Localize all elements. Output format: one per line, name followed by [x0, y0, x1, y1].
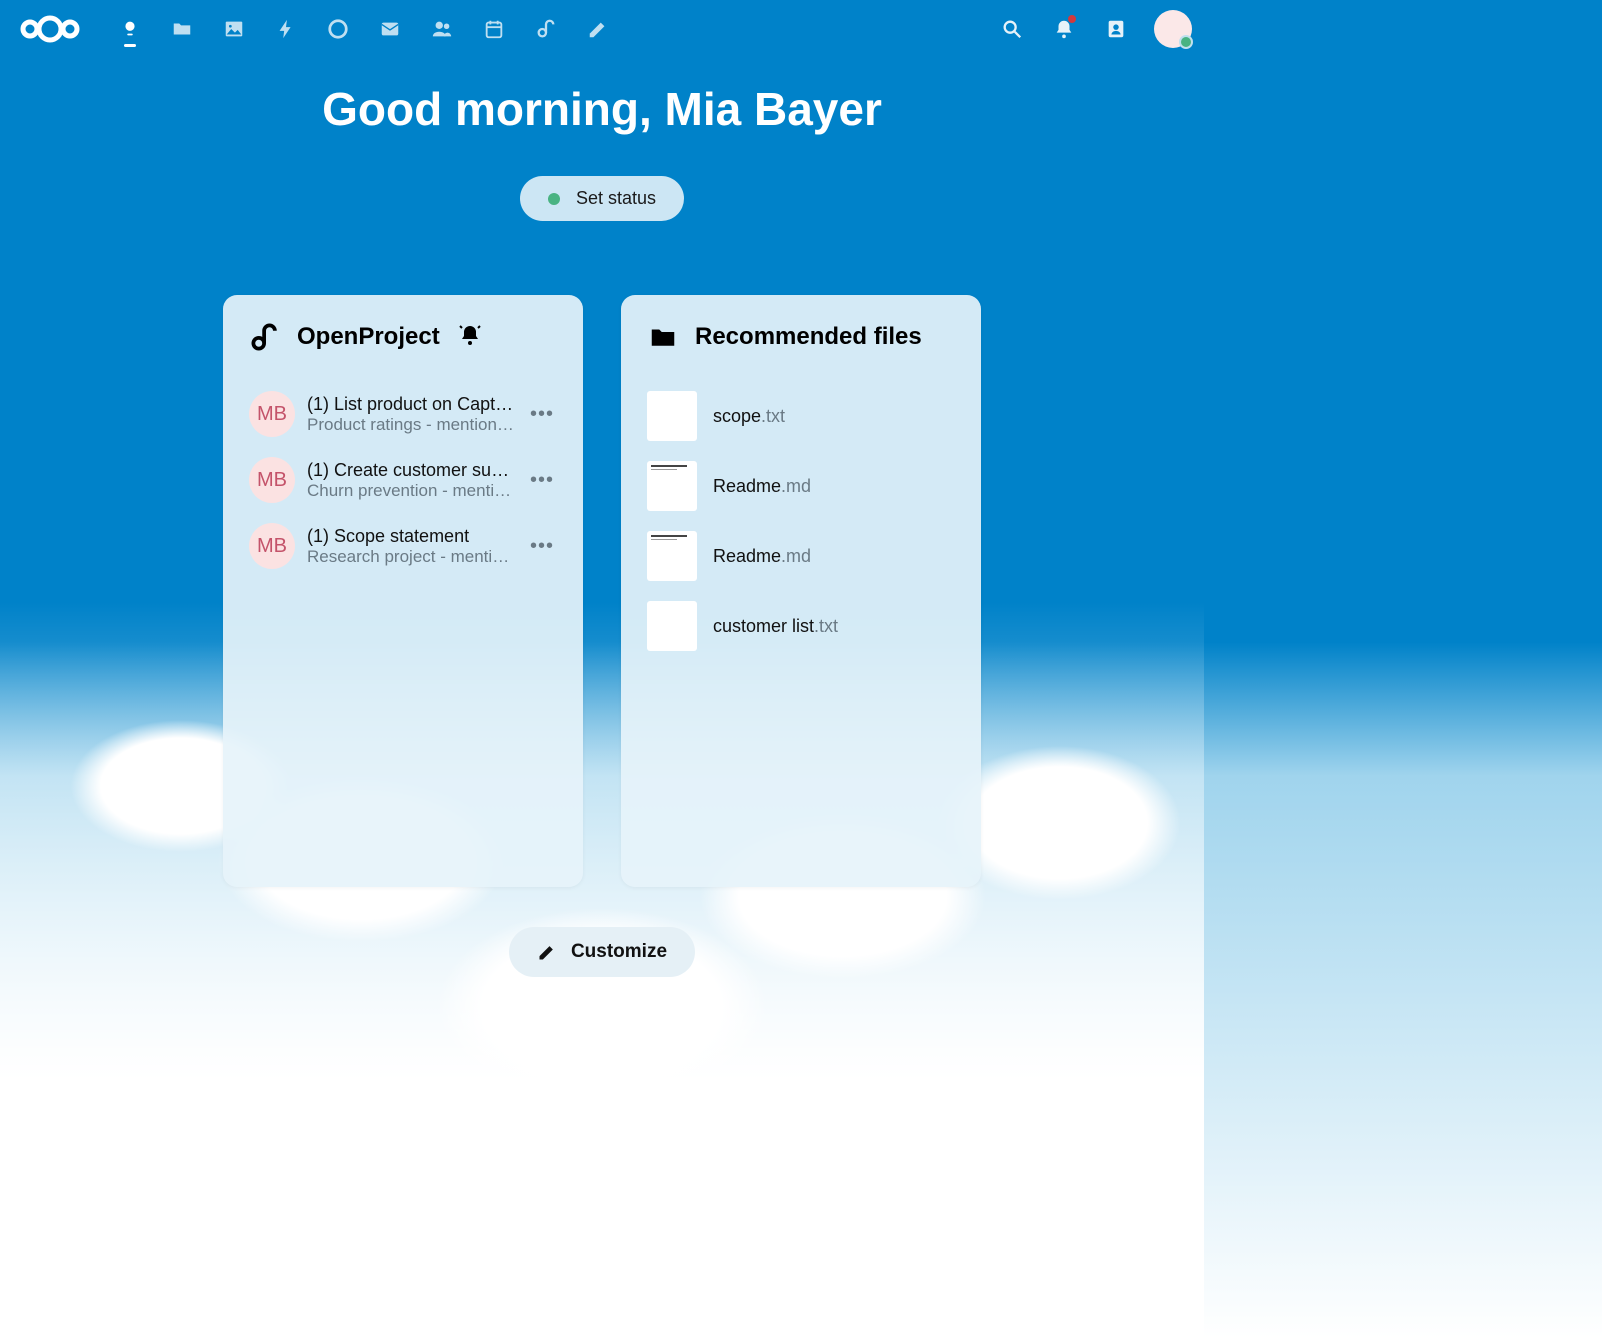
item-more-button[interactable]: ••• — [527, 403, 557, 426]
widget-recommended-files: Recommended files scope.txt Readme.md — [621, 295, 981, 887]
folder-icon — [647, 321, 679, 353]
file-thumbnail — [647, 531, 697, 581]
bell-active-icon — [458, 323, 482, 352]
file-thumbnail — [647, 601, 697, 651]
nav-photos[interactable] — [210, 5, 258, 53]
nav-contacts[interactable] — [418, 5, 466, 53]
openproject-item-title: (1) Scope statement — [307, 526, 515, 547]
file-item[interactable]: scope.txt — [647, 381, 955, 451]
file-item[interactable]: Readme.md — [647, 451, 955, 521]
nav-files[interactable] — [158, 5, 206, 53]
file-thumbnail — [647, 391, 697, 441]
file-item[interactable]: customer list.txt — [647, 591, 955, 661]
item-more-button[interactable]: ••• — [527, 469, 557, 492]
status-online-icon — [1179, 35, 1193, 49]
assignee-avatar: MB — [249, 523, 295, 569]
topbar — [0, 0, 1204, 58]
openproject-item-subtitle: Churn prevention - menti… — [307, 481, 515, 501]
file-name-label: Readme.md — [713, 476, 811, 497]
file-item[interactable]: Readme.md — [647, 521, 955, 591]
openproject-item[interactable]: MB (1) Scope statement Research project … — [249, 513, 557, 579]
dashboard-main: Good morning, Mia Bayer Set status OpenP… — [0, 58, 1204, 1017]
openproject-item-subtitle: Product ratings - mention… — [307, 415, 515, 435]
item-more-button[interactable]: ••• — [527, 535, 557, 558]
file-name-label: Readme.md — [713, 546, 811, 567]
nav-activity[interactable] — [262, 5, 310, 53]
contacts-menu-button[interactable] — [1096, 9, 1136, 49]
openproject-item-title: (1) List product on Capterra — [307, 394, 515, 415]
customize-button[interactable]: Customize — [509, 927, 695, 977]
openproject-item-subtitle: Research project - mentio… — [307, 547, 515, 567]
greeting-heading: Good morning, Mia Bayer — [322, 82, 882, 136]
nav-dashboard[interactable] — [106, 5, 154, 53]
set-status-button[interactable]: Set status — [520, 176, 684, 221]
assignee-avatar: MB — [249, 391, 295, 437]
pencil-icon — [537, 942, 557, 962]
user-avatar[interactable] — [1154, 10, 1192, 48]
customize-label: Customize — [571, 941, 667, 963]
status-dot-icon — [548, 193, 560, 205]
nextcloud-logo[interactable] — [16, 12, 84, 46]
nav-calendar[interactable] — [470, 5, 518, 53]
openproject-item[interactable]: MB (1) Create customer survey Churn prev… — [249, 447, 557, 513]
set-status-label: Set status — [576, 188, 656, 209]
openproject-icon — [249, 321, 281, 353]
file-thumbnail — [647, 461, 697, 511]
widget-files-title: Recommended files — [695, 323, 922, 351]
nav-openproject[interactable] — [522, 5, 570, 53]
assignee-avatar: MB — [249, 457, 295, 503]
nav-talk[interactable] — [314, 5, 362, 53]
file-name-label: customer list.txt — [713, 616, 838, 637]
file-name-label: scope.txt — [713, 406, 785, 427]
openproject-item[interactable]: MB (1) List product on Capterra Product … — [249, 381, 557, 447]
notification-indicator-icon — [1068, 15, 1076, 23]
openproject-item-title: (1) Create customer survey — [307, 460, 515, 481]
notifications-button[interactable] — [1044, 9, 1084, 49]
nav-mail[interactable] — [366, 5, 414, 53]
widget-openproject-title: OpenProject — [297, 323, 440, 351]
search-button[interactable] — [992, 9, 1032, 49]
widget-openproject: OpenProject MB (1) List product on Capte… — [223, 295, 583, 887]
nav-notes[interactable] — [574, 5, 622, 53]
